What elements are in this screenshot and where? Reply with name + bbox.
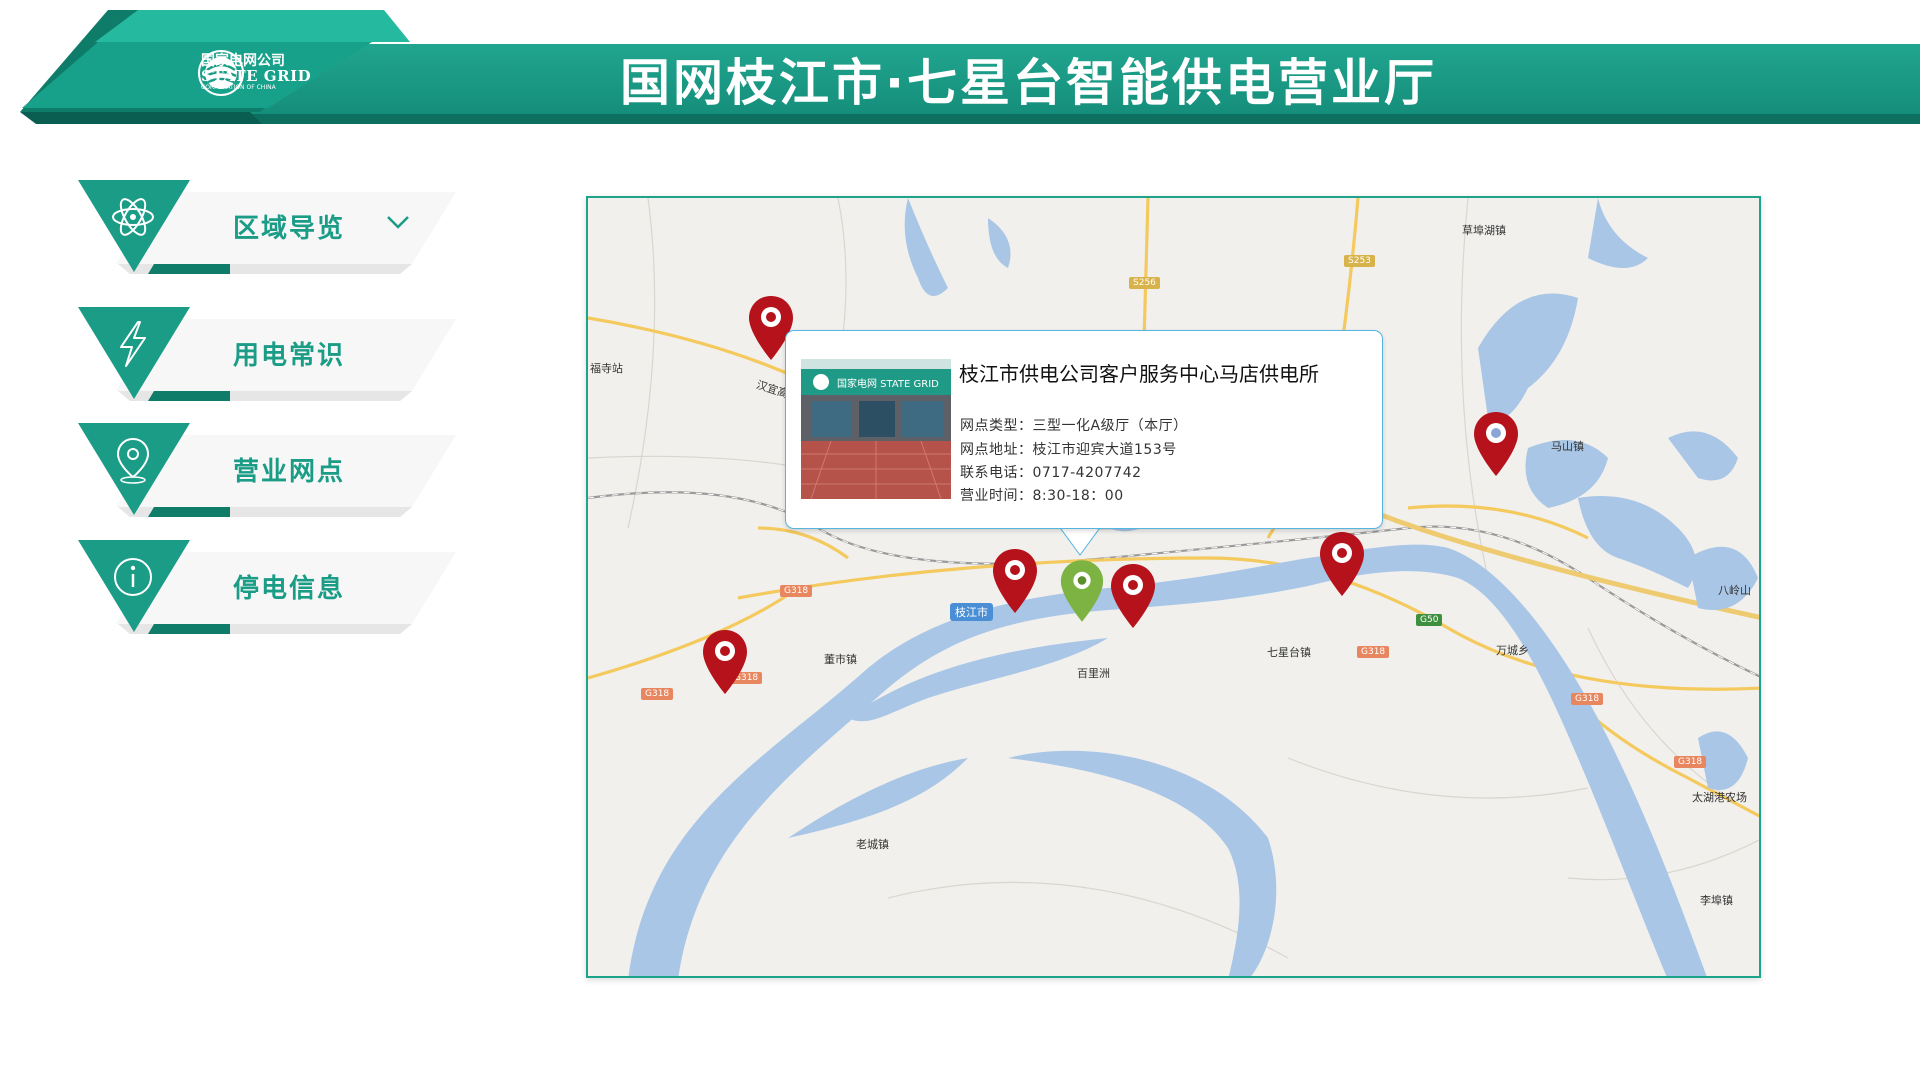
hours-label: 营业时间： <box>960 488 1033 504</box>
address-label: 网点地址： <box>960 442 1033 458</box>
phone-value: 0717-4207742 <box>1032 465 1142 481</box>
popup-row-phone: 联系电话：0717-4207742 <box>960 462 1142 482</box>
outlet-photo: 国家电网 STATE GRID <box>801 359 951 499</box>
map-pin-icon[interactable] <box>1108 562 1158 630</box>
place-label: 七星台镇 <box>1267 646 1311 659</box>
lightning-icon <box>120 321 146 367</box>
map-pin-icon[interactable] <box>1317 530 1367 598</box>
location-pin-icon <box>116 437 150 484</box>
map-pin-icon[interactable] <box>700 628 750 696</box>
outlet-info-popup[interactable]: 国家电网 STATE GRID 枝江市供电公司客户服务中心马店供电所 网点类型：… <box>785 330 1383 529</box>
menu-label-outage-info: 停电信息 <box>233 574 346 604</box>
road-shield: G318 <box>641 688 674 700</box>
menu-label-electricity-tips: 用电常识 <box>233 341 346 371</box>
place-label: 八岭山 <box>1718 584 1751 597</box>
photo-sign-text: 国家电网 STATE GRID <box>837 377 939 390</box>
road-shield: G318 <box>780 585 813 597</box>
address-value: 枝江市迎宾大道153号 <box>1032 442 1177 458</box>
menu-item-electricity-tips[interactable]: 用电常识 <box>78 307 458 412</box>
place-label: 董市镇 <box>824 653 857 666</box>
info-icon <box>114 558 152 596</box>
city-label: 枝江市 <box>950 603 993 621</box>
place-label: 马山镇 <box>1551 440 1584 453</box>
road-shield: G318 <box>1674 756 1707 768</box>
atom-icon <box>112 198 154 236</box>
road-shield: G318 <box>1357 646 1390 658</box>
popup-row-hours: 营业时间：8:30-18：00 <box>960 485 1124 505</box>
menu-item-service-outlets[interactable]: 营业网点 <box>78 423 458 528</box>
logo-text-subtitle: CORPORATION OF CHINA <box>201 84 276 91</box>
place-label: 万城乡 <box>1496 644 1529 657</box>
phone-label: 联系电话： <box>960 465 1033 481</box>
place-label: 福寺站 <box>590 362 623 375</box>
menu-item-outage-info[interactable]: 停电信息 <box>78 540 458 645</box>
popup-row-type: 网点类型：三型一化A级厅（本厅） <box>960 415 1188 435</box>
popup-row-address: 网点地址：枝江市迎宾大道153号 <box>960 439 1177 459</box>
place-label: 太湖港农场 <box>1692 791 1747 804</box>
popup-pointer <box>1058 525 1102 556</box>
page-title: 国网枝江市·七星台智能供电营业厅 <box>620 54 1437 112</box>
road-shield: S253 <box>1344 255 1375 267</box>
hours-value: 8:30-18：00 <box>1032 488 1124 504</box>
map-pin-icon[interactable] <box>1471 410 1521 478</box>
outlet-photo-image: 国家电网 STATE GRID <box>801 359 951 499</box>
popup-title: 枝江市供电公司客户服务中心马店供电所 <box>959 362 1319 386</box>
menu-label-service-outlets: 营业网点 <box>233 457 346 487</box>
place-label: 李埠镇 <box>1700 894 1733 907</box>
place-label: 老城镇 <box>856 838 889 851</box>
road-shield: S256 <box>1129 277 1160 289</box>
type-label: 网点类型： <box>960 418 1033 434</box>
map-pin-icon[interactable] <box>990 547 1040 615</box>
road-shield: G318 <box>1571 693 1604 705</box>
place-label: 草埠湖镇 <box>1462 224 1506 237</box>
menu-label-area-guide: 区域导览 <box>233 214 346 244</box>
type-value: 三型一化A级厅（本厅） <box>1032 418 1188 434</box>
road-shield: G50 <box>1416 614 1443 626</box>
chevron-down-icon[interactable] <box>384 210 412 234</box>
logo-text-english: STATE GRID <box>201 67 312 85</box>
place-label: 百里洲 <box>1077 667 1110 680</box>
menu-item-area-guide[interactable]: 区域导览 <box>78 180 458 285</box>
map-pin-active-icon[interactable] <box>1058 558 1106 624</box>
